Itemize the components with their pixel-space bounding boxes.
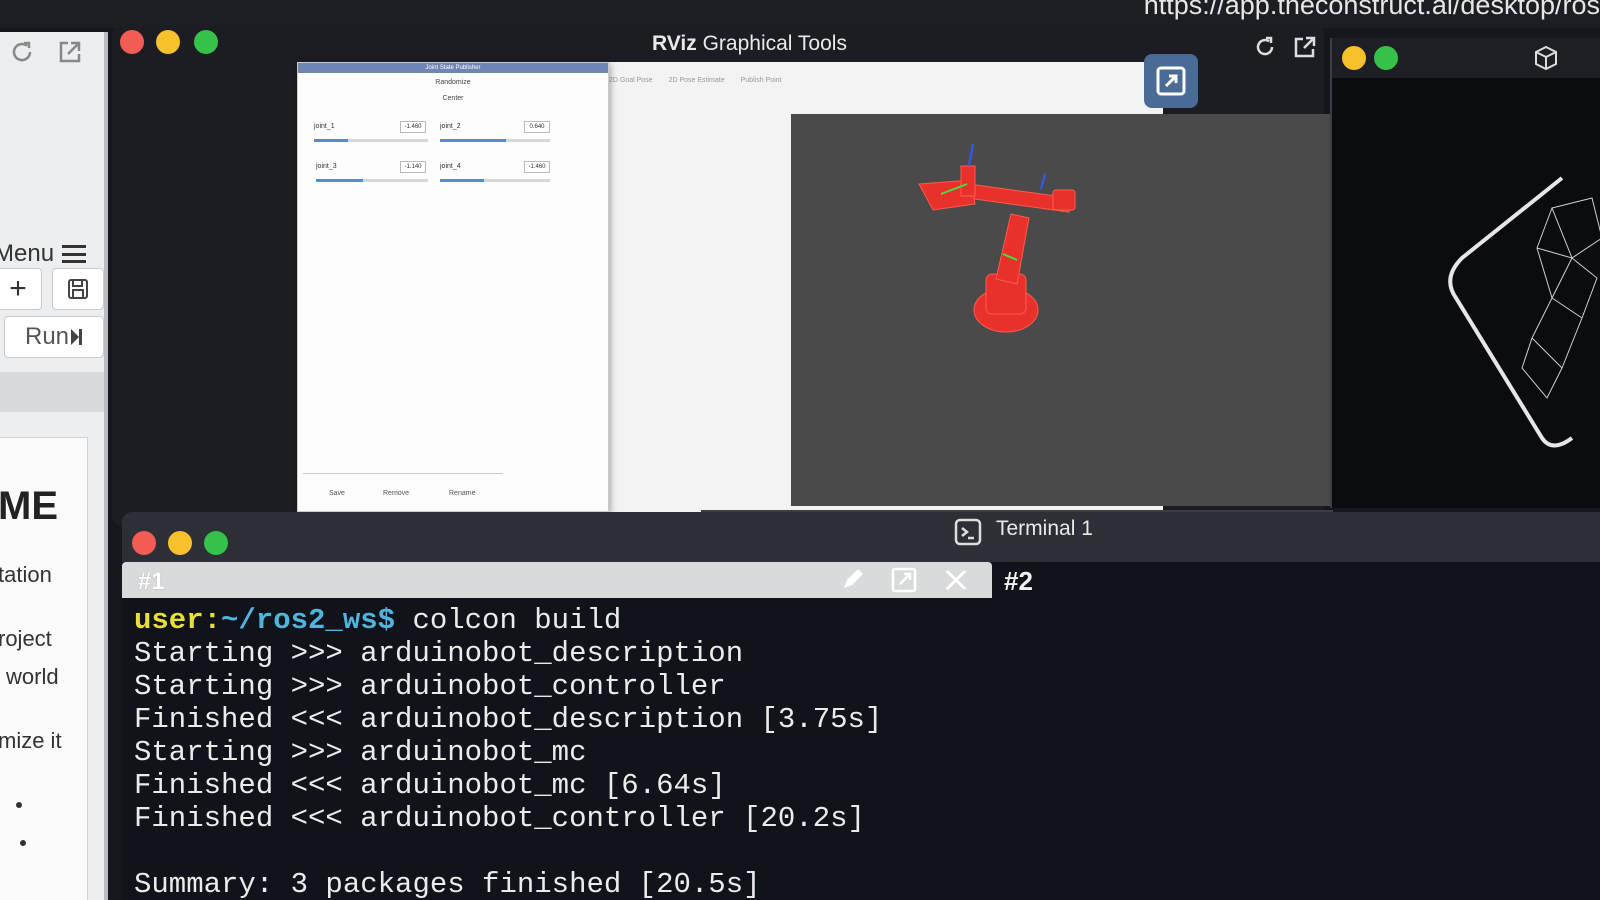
terminal-line: Starting >>> arduinobot_description xyxy=(134,637,744,670)
terminal-window: Terminal 1 #1 #2 user:~/ros2_ws$ colcon … xyxy=(122,512,1600,900)
terminal-prompt-line: user:~/ros2_ws$ colcon build xyxy=(134,604,882,637)
doc-line: world xyxy=(6,664,59,689)
close-window-button[interactable] xyxy=(120,30,144,54)
joint-state-publisher-window: Joint State Publisher Randomize Center j… xyxy=(297,62,609,512)
save-config-button[interactable]: Save xyxy=(329,490,345,497)
tab-1-label: #1 xyxy=(138,568,165,595)
joint-label: joint_1 xyxy=(314,123,335,130)
expand-icon xyxy=(1156,66,1186,96)
maximize-window-button[interactable] xyxy=(194,30,218,54)
terminal-line: Finished <<< arduinobot_controller [20.2… xyxy=(134,802,865,835)
joint-slider[interactable] xyxy=(440,179,550,182)
bullet-dot xyxy=(16,802,22,808)
run-step-icon xyxy=(71,329,83,345)
terminal-tab-1[interactable]: #1 xyxy=(122,562,992,598)
reload-icon[interactable] xyxy=(1252,34,1278,60)
minimize-window-button[interactable] xyxy=(168,531,192,555)
rviz-3d-view[interactable] xyxy=(791,114,1333,506)
joint-slider[interactable] xyxy=(316,179,428,182)
minimize-window-button[interactable] xyxy=(1342,46,1366,70)
url-text: https://app.theconstruct.ai/desktop/ros xyxy=(1143,0,1600,20)
doc-heading: ME xyxy=(0,484,58,528)
terminal-line: Summary: 3 packages finished [20.5s] xyxy=(134,868,761,900)
remove-config-button[interactable]: Remove xyxy=(383,490,409,497)
terminal-line: Starting >>> arduinobot_mc xyxy=(134,736,587,769)
terminal-title: Terminal 1 xyxy=(996,517,1093,540)
prompt-path: ~/ros2_ws$ xyxy=(221,604,396,637)
doc-line: tation xyxy=(0,562,52,587)
refresh-icon[interactable] xyxy=(8,38,36,66)
hamburger-icon xyxy=(62,245,87,263)
terminal-icon xyxy=(954,518,982,546)
popout-tab-icon[interactable] xyxy=(890,566,918,594)
run-label: Run xyxy=(24,323,70,350)
edit-icon[interactable] xyxy=(838,566,866,594)
joint-value[interactable]: -1.460 xyxy=(524,161,550,173)
plus-icon: + xyxy=(9,272,27,305)
window-title: RViz Graphical Tools xyxy=(652,32,847,55)
bullet-dot xyxy=(20,840,26,846)
vnc-desktop[interactable]: 2D Goal Pose 2D Pose Estimate Publish Po… xyxy=(297,62,1333,518)
minimize-window-button[interactable] xyxy=(156,30,180,54)
close-window-button[interactable] xyxy=(132,531,156,555)
center-button[interactable]: Center xyxy=(298,95,608,102)
cube-icon[interactable] xyxy=(1532,44,1560,72)
mesh-model-view xyxy=(1448,176,1600,448)
maximize-window-button[interactable] xyxy=(1374,46,1398,70)
browser-url-bar[interactable]: https://app.theconstruct.ai/desktop/ros xyxy=(0,0,1600,28)
graphical-tools-window: RViz Graphical Tools 2D Goal Pose 2D Pos… xyxy=(112,26,1333,526)
prompt-user: user: xyxy=(134,604,222,637)
run-button[interactable]: Run xyxy=(4,316,104,358)
randomize-button[interactable]: Randomize xyxy=(298,79,608,86)
tool-publish-point[interactable]: Publish Point xyxy=(741,77,782,84)
terminal-titlebar: Terminal 1 xyxy=(122,512,1600,562)
secondary-window xyxy=(1330,38,1600,508)
fullscreen-button[interactable] xyxy=(1144,54,1198,108)
terminal-line: Finished <<< arduinobot_description [3.7… xyxy=(134,703,883,736)
open-external-icon[interactable] xyxy=(56,38,84,66)
ide-left-panel: Menu + Run ME tation roject world mize i… xyxy=(0,32,108,900)
joint-label: joint_2 xyxy=(440,123,461,130)
terminal-tab-2[interactable]: #2 xyxy=(1004,566,1033,597)
add-button[interactable]: + xyxy=(0,268,42,310)
joint-slider[interactable] xyxy=(314,139,428,142)
terminal-line: Finished <<< arduinobot_mc [6.64s] xyxy=(134,769,726,802)
popout-icon[interactable] xyxy=(1292,34,1318,60)
close-tab-icon[interactable] xyxy=(942,566,970,594)
joint-value[interactable]: 0.640 xyxy=(524,121,550,133)
joint-slider[interactable] xyxy=(440,139,550,142)
joint-value[interactable]: -1.460 xyxy=(400,121,426,133)
tool-2d-pose-estimate[interactable]: 2D Pose Estimate xyxy=(669,77,725,84)
save-icon xyxy=(68,279,88,299)
menu-label: Menu xyxy=(0,240,55,267)
terminal-output[interactable]: user:~/ros2_ws$ colcon build Starting >>>… xyxy=(134,604,882,900)
joint-value[interactable]: -1.140 xyxy=(400,161,426,173)
joint-label: joint_3 xyxy=(316,163,337,170)
rename-config-button[interactable]: Rename xyxy=(449,490,475,497)
jsp-button-row: Save Remove Rename xyxy=(303,473,503,503)
terminal-command: colcon build xyxy=(395,604,622,637)
tool-2d-goal-pose[interactable]: 2D Goal Pose xyxy=(609,77,653,84)
menu-button[interactable]: Menu xyxy=(0,240,87,268)
doc-line: roject xyxy=(0,626,52,651)
joint-label: joint_4 xyxy=(440,163,461,170)
doc-line: mize it xyxy=(0,728,62,753)
maximize-window-button[interactable] xyxy=(204,531,228,555)
rviz-toolbar: 2D Goal Pose 2D Pose Estimate Publish Po… xyxy=(609,66,1149,94)
rviz-logo: RViz xyxy=(652,32,697,55)
jsp-title: Joint State Publisher xyxy=(298,63,608,73)
save-button[interactable] xyxy=(52,268,104,310)
robot-arm-model xyxy=(918,143,1076,333)
secondary-window-titlebar xyxy=(1332,38,1600,78)
terminal-line: Starting >>> arduinobot_controller xyxy=(134,670,726,703)
panel-divider xyxy=(0,372,104,412)
